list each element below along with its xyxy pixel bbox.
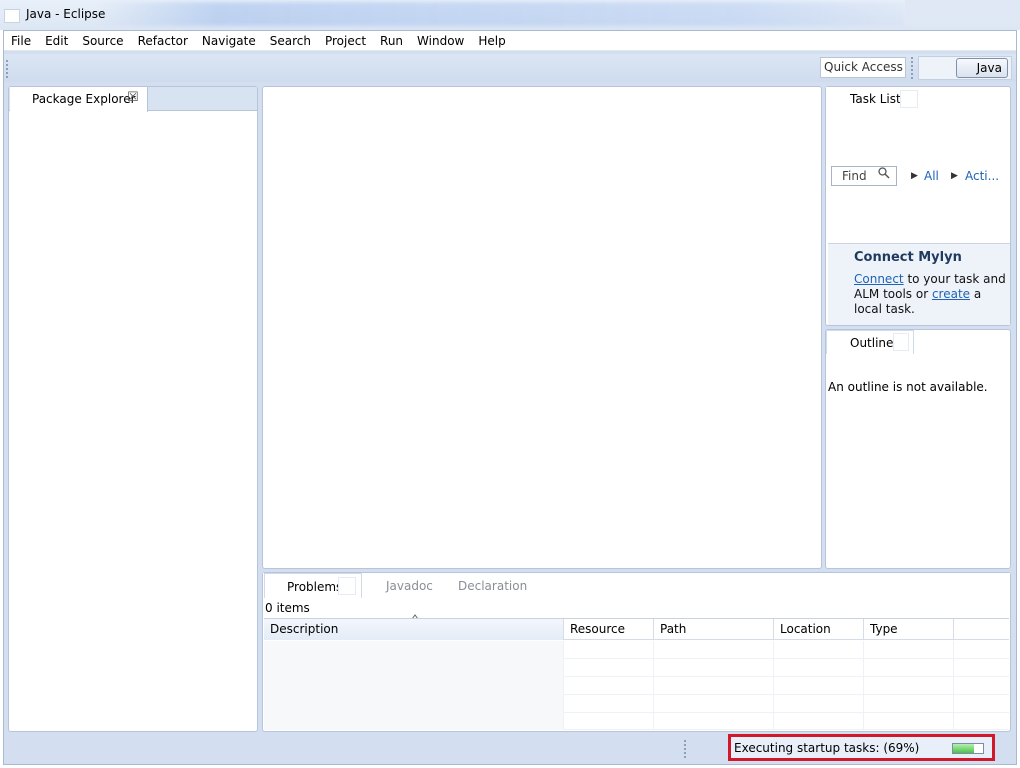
title-bar-glow xyxy=(95,2,905,26)
window-controls-area xyxy=(905,0,1020,24)
menu-search[interactable]: Search xyxy=(270,34,311,48)
menu-help[interactable]: Help xyxy=(478,34,505,48)
toolbar-separator xyxy=(911,57,913,79)
main-toolbar: Quick Access Java xyxy=(4,54,1016,82)
menu-window[interactable]: Window xyxy=(417,34,464,48)
column-header-type[interactable]: Type xyxy=(864,619,954,640)
title-bar: Java - Eclipse xyxy=(0,0,1020,30)
outline-view xyxy=(825,329,1011,569)
table-row xyxy=(264,713,1009,730)
search-icon[interactable] xyxy=(878,167,890,182)
mylyn-title: Connect Mylyn xyxy=(854,250,962,265)
menu-project[interactable]: Project xyxy=(325,34,366,48)
status-message: Executing startup tasks: (69%) xyxy=(734,741,920,755)
menu-refactor[interactable]: Refactor xyxy=(138,34,188,48)
column-header-path[interactable]: Path xyxy=(654,619,774,640)
filter-all-link[interactable]: All xyxy=(924,169,939,183)
close-icon[interactable]: ☒ xyxy=(127,90,139,105)
problems-tabstrip xyxy=(263,573,1010,599)
editor-area[interactable] xyxy=(262,86,822,569)
column-header-description[interactable]: Description xyxy=(264,619,564,640)
table-row xyxy=(264,641,1009,659)
filter-active-link[interactable]: Acti... xyxy=(965,169,999,183)
menu-run[interactable]: Run xyxy=(380,34,403,48)
status-separator xyxy=(684,740,686,758)
menu-edit[interactable]: Edit xyxy=(45,34,68,48)
java-perspective-button[interactable]: Java xyxy=(956,58,1008,78)
table-row xyxy=(264,659,1009,677)
triangle-right-icon: ▶ xyxy=(951,171,958,181)
startup-progress-bar[interactable] xyxy=(952,743,984,754)
menu-file[interactable]: File xyxy=(11,34,31,48)
connect-link[interactable]: Connect xyxy=(854,272,904,286)
menu-navigate[interactable]: Navigate xyxy=(202,34,256,48)
outline-tab-control[interactable] xyxy=(893,333,909,351)
create-link[interactable]: create xyxy=(932,287,970,301)
problems-table-header: Description Resource Path Location Type xyxy=(264,618,1009,640)
progress-fill xyxy=(953,744,974,753)
menu-bar: File Edit Source Refactor Navigate Searc… xyxy=(4,31,1016,51)
task-list-tab-control[interactable] xyxy=(900,90,918,108)
tab-javadoc[interactable]: Javadoc xyxy=(386,579,433,593)
table-row xyxy=(264,695,1009,713)
window-title: Java - Eclipse xyxy=(26,7,106,21)
column-header-location[interactable]: Location xyxy=(774,619,864,640)
mylyn-description: Connect to your task and ALM tools or cr… xyxy=(854,272,1006,317)
eclipse-app-icon[interactable] xyxy=(4,9,20,23)
toolbar-grip[interactable] xyxy=(6,60,8,78)
menu-source[interactable]: Source xyxy=(82,34,123,48)
problems-tab-control[interactable] xyxy=(338,577,356,595)
problems-item-count: 0 items xyxy=(265,601,310,615)
tab-declaration[interactable]: Declaration xyxy=(458,579,527,593)
package-explorer-view xyxy=(8,86,258,732)
quick-access-input[interactable]: Quick Access xyxy=(820,57,906,78)
outline-message: An outline is not available. xyxy=(828,380,988,394)
triangle-right-icon: ▶ xyxy=(911,171,918,181)
column-header-resource[interactable]: Resource xyxy=(564,619,654,640)
table-row xyxy=(264,677,1009,695)
